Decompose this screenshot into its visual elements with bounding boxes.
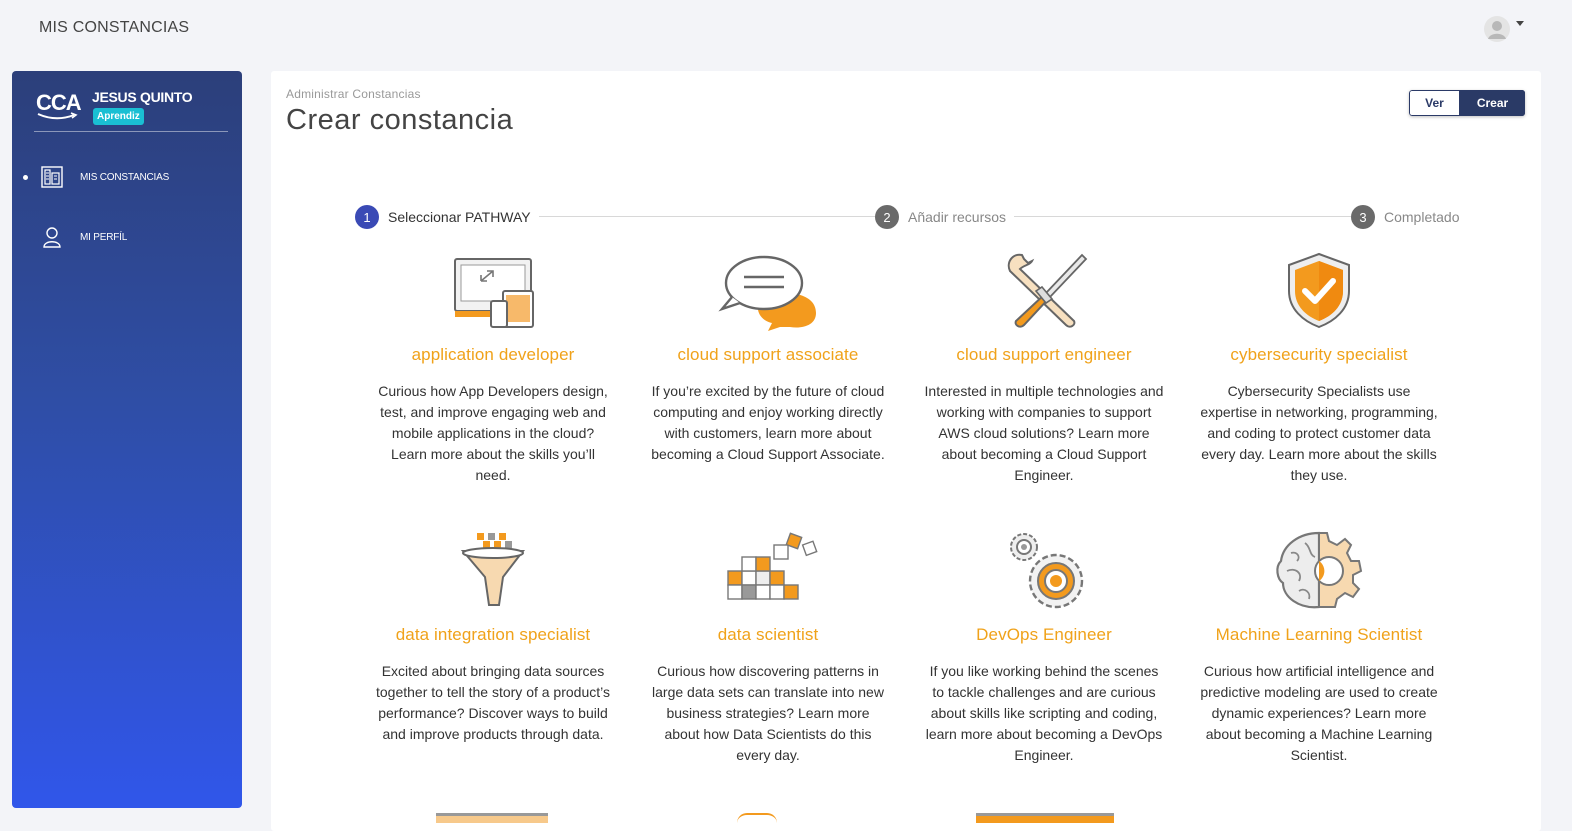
pathway-card-cloud-support-associate[interactable]: cloud support associate If you’re excite… xyxy=(638,251,898,465)
brain-gear-icon xyxy=(1276,531,1363,609)
pathway-description: If you like working behind the scenes to… xyxy=(925,663,1163,763)
data-cubes-icon xyxy=(727,532,818,600)
stepper: 1 Seleccionar PATHWAY 2 Añadir recursos … xyxy=(355,205,1468,229)
step-label: Seleccionar PATHWAY xyxy=(388,209,531,225)
step-connector xyxy=(1005,216,1355,217)
pathway-card-data-integration-specialist[interactable]: data integration specialist Excited abou… xyxy=(363,531,623,745)
pathway-card-application-developer[interactable]: application developer Curious how App De… xyxy=(363,251,623,486)
user-name: JESUS QUINTO xyxy=(92,89,193,105)
pathway-title[interactable]: cybersecurity specialist xyxy=(1189,345,1449,365)
chat-bubbles-icon xyxy=(718,255,816,331)
user-icon xyxy=(43,227,61,248)
sidebar-item-mi-perfil[interactable]: MI PERFÍL xyxy=(12,222,242,252)
step-number: 2 xyxy=(875,205,899,229)
breadcrumb: Administrar Constancias xyxy=(286,87,421,101)
app-title: MIS CONSTANCIAS xyxy=(39,19,190,36)
pathway-description: Excited about bringing data sources toge… xyxy=(376,663,610,742)
step-3[interactable]: 3 Completado xyxy=(1351,205,1468,229)
pathway-card-cybersecurity-specialist[interactable]: cybersecurity specialist Cybersecurity S… xyxy=(1189,251,1449,486)
shield-check-icon xyxy=(1288,252,1350,329)
user-menu[interactable] xyxy=(1484,16,1524,42)
pathway-title[interactable]: data scientist xyxy=(638,625,898,645)
next-row-icon-peek xyxy=(737,813,777,823)
page-title: Crear constancia xyxy=(286,104,514,136)
gears-icon xyxy=(1010,533,1084,609)
main-panel: Administrar Constancias Crear constancia… xyxy=(271,71,1541,831)
step-label: Completado xyxy=(1384,209,1460,225)
pathway-description: Curious how discovering patterns in larg… xyxy=(652,663,884,763)
chevron-down-icon[interactable] xyxy=(1516,20,1524,26)
view-toggle: Ver Crear xyxy=(1409,90,1525,116)
pathway-title[interactable]: DevOps Engineer xyxy=(914,625,1174,645)
sidebar-item-mis-constancias[interactable]: MIS CONSTANCIAS xyxy=(12,162,242,192)
pathway-description: Interested in multiple technologies and … xyxy=(924,383,1164,483)
logo: CCA xyxy=(34,89,84,123)
responsive-devices-icon xyxy=(454,258,534,328)
pathway-card-cloud-support-engineer[interactable]: cloud support engineer Interested in mul… xyxy=(914,251,1174,486)
active-indicator xyxy=(23,174,28,180)
step-1[interactable]: 1 Seleccionar PATHWAY xyxy=(355,205,539,229)
pathway-card-devops-engineer[interactable]: DevOps Engineer If you like working behi… xyxy=(914,531,1174,766)
step-number: 3 xyxy=(1351,205,1375,229)
sidebar-item-label: MI PERFÍL xyxy=(80,231,128,243)
pathway-title[interactable]: cloud support associate xyxy=(638,345,898,365)
wrench-screwdriver-icon xyxy=(1007,253,1088,328)
step-2[interactable]: 2 Añadir recursos xyxy=(875,205,1015,229)
building-icon xyxy=(41,166,63,188)
pathway-description: If you’re excited by the future of cloud… xyxy=(651,383,885,462)
pathway-card-data-scientist[interactable]: data scientist Curious how discovering p… xyxy=(638,531,898,766)
brand-header: CCA JESUS QUINTO Aprendiz xyxy=(34,89,228,132)
pathway-title[interactable]: data integration specialist xyxy=(363,625,623,645)
pathway-title[interactable]: Machine Learning Scientist xyxy=(1189,625,1449,645)
crear-button[interactable]: Crear xyxy=(1460,90,1525,116)
next-row-icon-peek xyxy=(436,813,548,823)
step-number: 1 xyxy=(355,205,379,229)
sidebar-item-label: MIS CONSTANCIAS xyxy=(80,171,170,183)
ver-button[interactable]: Ver xyxy=(1409,90,1460,116)
step-connector xyxy=(535,216,885,217)
pathway-card-machine-learning-scientist[interactable]: Machine Learning Scientist Curious how a… xyxy=(1189,531,1449,766)
pathway-description: Curious how artificial intelligence and … xyxy=(1200,663,1438,763)
user-avatar-icon[interactable] xyxy=(1484,16,1510,42)
pathway-description: Cybersecurity Specialists use expertise … xyxy=(1200,383,1438,483)
next-row-icon-peek xyxy=(976,813,1114,823)
sidebar: CCA JESUS QUINTO Aprendiz MIS CONSTANCIA… xyxy=(12,71,242,808)
pathway-title[interactable]: cloud support engineer xyxy=(914,345,1174,365)
smile-arrow-icon xyxy=(37,112,78,120)
pathway-description: Curious how App Developers design, test,… xyxy=(378,383,608,483)
pathway-title[interactable]: application developer xyxy=(363,345,623,365)
role-badge: Aprendiz xyxy=(93,108,144,125)
funnel-icon xyxy=(460,533,526,606)
top-bar: MIS CONSTANCIAS xyxy=(0,0,1572,60)
step-label: Añadir recursos xyxy=(908,209,1007,225)
